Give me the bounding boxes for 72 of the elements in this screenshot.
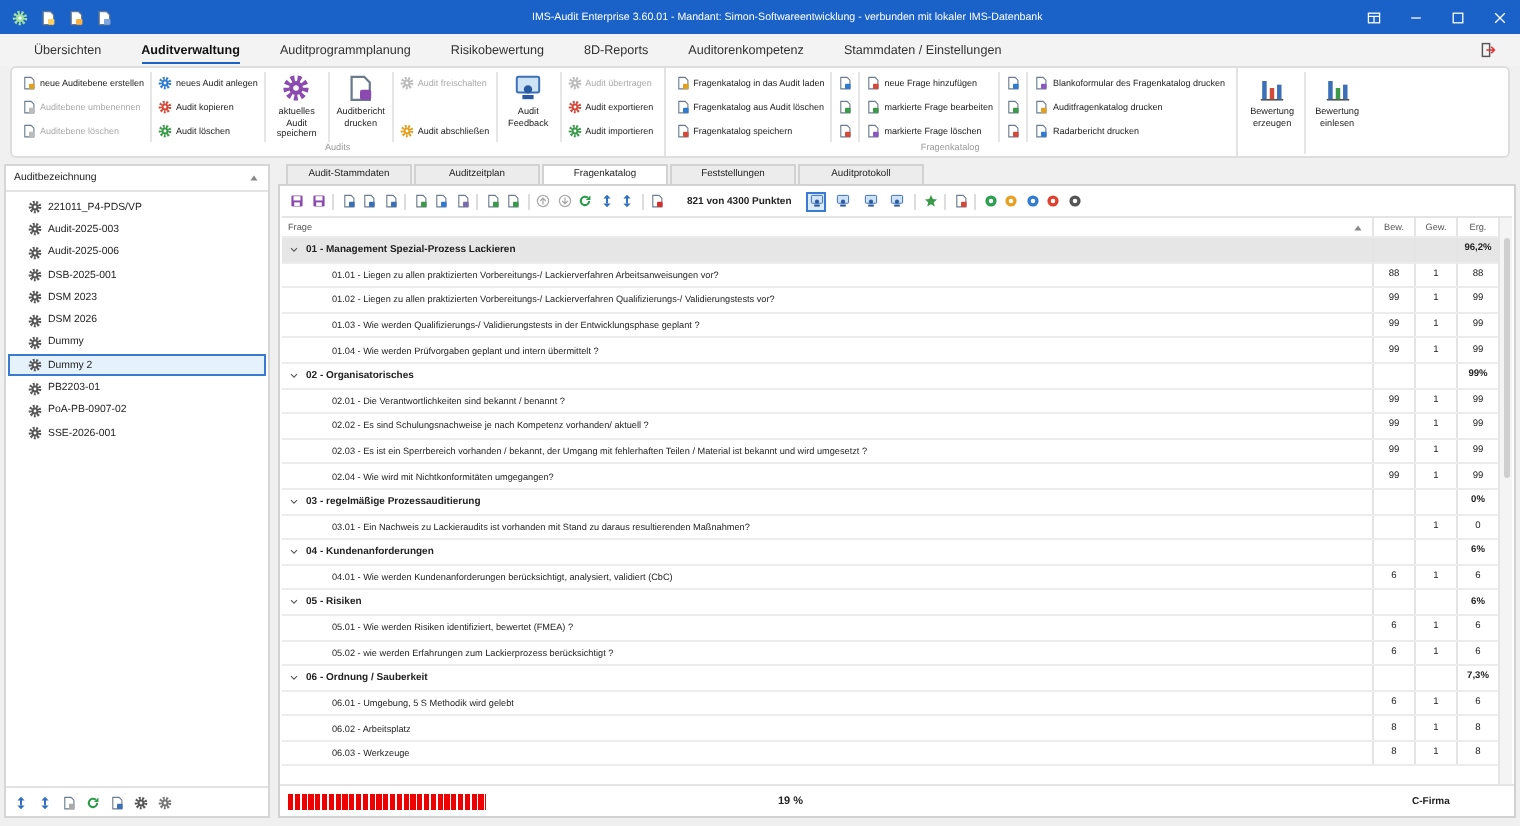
layout-icon[interactable]	[1366, 9, 1382, 25]
document-icon[interactable]	[485, 194, 499, 208]
sort-icon[interactable]	[1352, 221, 1364, 233]
document-icon[interactable]	[506, 194, 520, 208]
gear-icon	[399, 76, 414, 90]
document-icon[interactable]	[1006, 76, 1021, 90]
chevron-icon[interactable]	[288, 495, 300, 508]
document-icon[interactable]	[1006, 100, 1021, 114]
document-icon[interactable]	[362, 194, 376, 208]
document-icon[interactable]	[455, 194, 469, 208]
save-icon[interactable]	[311, 194, 325, 208]
view-button[interactable]	[887, 191, 908, 211]
document-icon[interactable]	[1006, 124, 1021, 138]
award-icon[interactable]	[923, 194, 938, 208]
document-icon	[675, 124, 690, 138]
expand-icon[interactable]	[599, 194, 613, 208]
list-icon[interactable]	[110, 795, 124, 809]
monitor-icon	[863, 194, 878, 208]
document-icon[interactable]	[650, 194, 664, 208]
document-icon[interactable]	[68, 9, 84, 25]
sort-icon[interactable]	[248, 172, 260, 184]
document-icon[interactable]	[953, 194, 968, 208]
document-icon	[1034, 124, 1049, 138]
document-icon	[866, 124, 881, 138]
gear-icon	[399, 124, 414, 138]
document-icon[interactable]	[838, 124, 853, 138]
refresh-icon[interactable]	[86, 795, 100, 809]
document-icon	[1034, 100, 1049, 114]
document-icon	[675, 76, 690, 90]
chevron-icon[interactable]	[288, 596, 300, 609]
monitor-icon	[890, 194, 905, 208]
document-icon[interactable]	[838, 100, 853, 114]
expand-icon[interactable]	[14, 795, 28, 809]
collapse-icon[interactable]	[38, 795, 52, 809]
gear-icon	[282, 74, 311, 102]
scrollbar[interactable]	[1498, 218, 1512, 784]
document-icon[interactable]	[383, 194, 397, 208]
view-button[interactable]	[860, 191, 881, 211]
document-icon	[866, 100, 881, 114]
document-icon	[22, 124, 36, 138]
exit-icon[interactable]	[1480, 42, 1496, 58]
circle-icon[interactable]	[983, 194, 998, 208]
chevron-icon[interactable]	[288, 369, 300, 382]
document-icon	[866, 76, 881, 90]
document-icon[interactable]	[40, 9, 56, 25]
refresh-icon[interactable]	[578, 194, 592, 208]
document-icon[interactable]	[96, 9, 112, 25]
monitor-icon	[836, 194, 851, 208]
save-icon[interactable]	[290, 194, 304, 208]
document-icon[interactable]	[62, 795, 76, 809]
document-icon	[675, 100, 690, 114]
collapse-icon[interactable]	[620, 194, 634, 208]
circle-icon[interactable]	[1067, 194, 1082, 208]
chevron-icon[interactable]	[288, 671, 300, 684]
view-button[interactable]	[806, 191, 827, 211]
document-icon[interactable]	[838, 76, 853, 90]
document-icon	[22, 100, 36, 114]
view-button[interactable]	[833, 191, 854, 211]
circle-icon[interactable]	[1046, 194, 1061, 208]
document-icon	[1034, 76, 1049, 90]
close-icon[interactable]	[1492, 9, 1508, 25]
document-icon	[22, 76, 36, 90]
document-icon[interactable]	[413, 194, 427, 208]
monitor-icon	[809, 194, 824, 208]
chevron-icon[interactable]	[288, 545, 300, 558]
document-icon	[346, 74, 375, 102]
document-icon[interactable]	[341, 194, 355, 208]
monitor-icon	[514, 74, 543, 102]
document-icon[interactable]	[434, 194, 448, 208]
chevron-icon[interactable]	[288, 243, 300, 256]
maximize-icon[interactable]	[1450, 9, 1466, 25]
circle-icon[interactable]	[1025, 194, 1040, 208]
